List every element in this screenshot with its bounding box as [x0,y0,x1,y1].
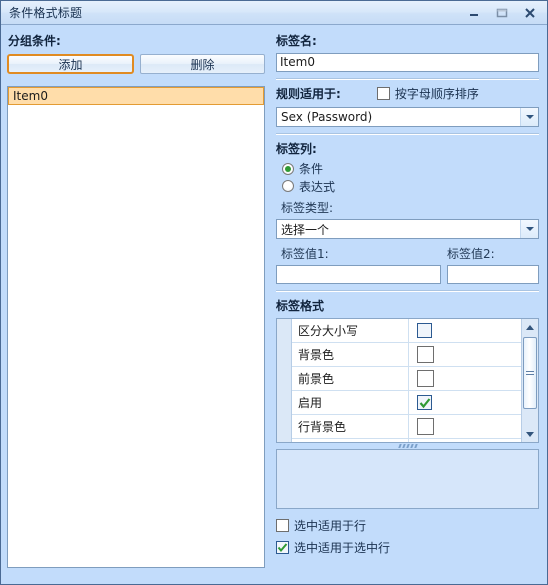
label-format-heading: 标签格式 [276,299,325,313]
label-value2-label: 标签值2: [447,247,495,261]
table-row-partial[interactable] [292,439,521,442]
label-type-combo-value: 选择一个 [281,222,330,237]
divider-2 [276,133,539,135]
grid-rows: 区分大小写 背景色 前景色 启用 行背景色 [292,319,521,442]
grid-cell-value[interactable] [409,367,521,390]
table-row[interactable]: 行背景色 [292,415,521,439]
label-name-input[interactable]: Item0 [276,53,539,72]
divider-1 [276,78,539,80]
rules-apply-combo-value: Sex (Password) [281,110,373,124]
apply-to-selected-row-label: 选中适用于选中行 [294,540,391,555]
scroll-down-icon[interactable] [522,426,538,442]
label-value2-input[interactable] [447,265,539,284]
minimize-icon[interactable] [461,3,487,23]
apply-to-selected-row-checkbox[interactable] [276,540,289,554]
grid-cell-value[interactable] [409,391,521,414]
group-conditions-heading: 分组条件: [8,34,61,48]
row-background-color-swatch[interactable] [417,418,434,435]
grid-cell-value[interactable] [409,319,521,342]
chevron-down-icon[interactable] [520,108,538,126]
table-row[interactable]: 区分大小写 [292,319,521,343]
radio-expression-label: 表达式 [299,179,336,194]
label-value1-label: 标签值1: [281,247,329,261]
label-format-grid[interactable]: 区分大小写 背景色 前景色 启用 行背景色 [276,318,539,443]
list-item[interactable]: Item0 [8,87,264,105]
grid-row-indicator-column [277,319,292,442]
rules-apply-heading: 规则适用于: [276,87,341,101]
case-sensitive-checkbox[interactable] [417,323,432,338]
table-row[interactable]: 背景色 [292,343,521,367]
dialog-window: 条件格式标题 分组条件: 添加 删除 Item0 标签名: Item0 规则适用… [0,0,548,585]
window-title: 条件格式标题 [9,6,83,20]
grid-cell-value[interactable] [409,343,521,366]
alpha-sort-label: 按字母顺序排序 [394,87,479,101]
details-panel: 标签名: Item0 规则适用于: 按字母顺序排序 Sex (Password) [271,25,547,584]
apply-to-row-checkbox-row[interactable]: 选中适用于行 [276,516,539,534]
dialog-content: 分组条件: 添加 删除 Item0 标签名: Item0 规则适用于: 按字母顺… [1,25,547,584]
apply-to-selected-row-checkbox-row[interactable]: 选中适用于选中行 [276,538,539,556]
radio-expression[interactable] [282,180,294,192]
label-type-combo[interactable]: 选择一个 [276,219,539,239]
label-value1-input[interactable] [276,265,441,284]
radio-expression-row[interactable]: 表达式 [276,177,539,195]
window-controls [461,1,543,25]
maximize-icon[interactable] [489,3,515,23]
scroll-thumb[interactable] [523,337,537,409]
grid-cell-name: 背景色 [292,343,409,366]
preview-panel [276,449,539,509]
title-bar: 条件格式标题 [1,1,547,25]
alpha-sort-checkbox-row[interactable]: 按字母顺序排序 [376,85,479,102]
label-column-heading: 标签列: [276,142,317,156]
grid-cell-name: 启用 [292,391,409,414]
grid-cell-name [292,439,409,442]
rules-apply-combo[interactable]: Sex (Password) [276,107,539,127]
enabled-checkbox[interactable] [417,395,432,410]
grid-cell-value[interactable] [409,439,521,442]
radio-condition[interactable] [282,162,294,175]
group-conditions-panel: 分组条件: 添加 删除 Item0 [1,25,271,584]
scroll-up-icon[interactable] [522,319,538,335]
grid-cell-name: 行背景色 [292,415,409,438]
rules-apply-header-row: 规则适用于: 按字母顺序排序 [276,85,539,102]
group-conditions-buttons: 添加 删除 [7,54,265,74]
delete-button[interactable]: 删除 [140,54,265,74]
background-color-swatch[interactable] [417,346,434,363]
radio-condition-label: 条件 [299,162,324,176]
scroll-track[interactable] [522,335,538,426]
table-row[interactable]: 前景色 [292,367,521,391]
label-values-row: 标签值1: 标签值2: [276,245,539,284]
divider-3 [276,290,539,292]
close-icon[interactable] [517,3,543,23]
grid-cell-value[interactable] [409,415,521,438]
label-type-label: 标签类型: [281,201,334,215]
apply-to-row-checkbox[interactable] [276,518,289,532]
table-row[interactable]: 启用 [292,391,521,415]
radio-condition-row[interactable]: 条件 [276,160,539,177]
grid-cell-name: 前景色 [292,367,409,390]
alpha-sort-checkbox[interactable] [376,87,390,100]
group-conditions-list[interactable]: Item0 [7,86,265,568]
chevron-down-icon-2[interactable] [520,220,538,238]
apply-to-row-label: 选中适用于行 [294,518,367,533]
add-button[interactable]: 添加 [7,54,134,74]
foreground-color-swatch[interactable] [417,370,434,387]
grid-cell-name: 区分大小写 [292,319,409,342]
grid-vertical-scrollbar[interactable] [521,319,538,442]
label-name-heading: 标签名: [276,34,317,48]
